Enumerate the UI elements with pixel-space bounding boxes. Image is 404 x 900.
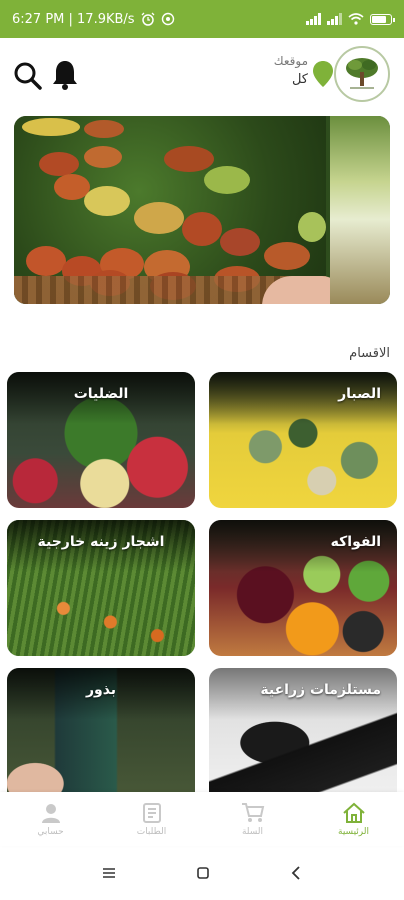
category-label: الفواكه: [330, 534, 381, 550]
category-card-agri-supplies[interactable]: مستلزمات زراعية: [209, 668, 397, 804]
banner-next-slide: [330, 116, 390, 304]
home-square-icon[interactable]: [196, 866, 210, 880]
alarm-icon: [141, 12, 155, 26]
home-icon: [342, 802, 365, 823]
system-nav-bar: [0, 846, 404, 900]
wifi-icon: [348, 13, 364, 25]
nav-profile[interactable]: حسابي: [0, 792, 101, 846]
category-card-outdoor-trees[interactable]: اشجار زينه خارجية: [7, 520, 195, 656]
nav-label: الطلبات: [136, 826, 167, 837]
promo-banner[interactable]: [14, 116, 390, 304]
menu-icon[interactable]: [102, 867, 116, 879]
category-label: الضليات: [73, 386, 129, 402]
category-label: اشجار زينه خارجية: [37, 534, 165, 550]
cart-icon: [241, 802, 264, 822]
category-card-shade-plants[interactable]: الضليات: [7, 372, 195, 508]
category-label: مستلزمات زراعية: [260, 682, 381, 698]
category-label: بذور: [85, 682, 117, 698]
category-card-fruits[interactable]: الفواكه: [209, 520, 397, 656]
search-icon: [14, 62, 42, 90]
banner-image: [14, 116, 342, 304]
message-icon: [161, 12, 174, 26]
status-bar: 6:27 PM | 17.9KB/s: [0, 0, 404, 38]
nav-home[interactable]: الرئيسية: [303, 792, 404, 846]
nav-orders[interactable]: الطلبات: [101, 792, 202, 846]
category-card-seeds[interactable]: بذور: [7, 668, 195, 804]
categories-title: الاقسام: [349, 346, 390, 361]
signal-1-icon: [306, 13, 321, 25]
nav-label: حسابي: [37, 826, 64, 837]
location-label: موقعك: [273, 54, 308, 68]
location-selector[interactable]: موقعك كل: [274, 54, 308, 87]
bottom-nav: حسابي الطلبات السلة الرئيسية: [0, 792, 404, 846]
status-time-speed: 6:27 PM | 17.9KB/s: [12, 11, 135, 27]
nav-label: السلة: [241, 826, 264, 837]
notifications-button[interactable]: [50, 58, 80, 92]
top-header: موقعك كل: [0, 38, 404, 112]
nav-cart[interactable]: السلة: [202, 792, 303, 846]
search-button[interactable]: [12, 60, 44, 92]
signal-2-icon: [327, 13, 342, 25]
back-icon[interactable]: [290, 866, 302, 880]
location-pin-icon[interactable]: [312, 60, 334, 88]
location-value: كل: [291, 72, 308, 87]
tree-logo-icon: [346, 58, 378, 89]
bell-icon: [53, 61, 77, 90]
logo: [334, 46, 390, 102]
profile-icon: [41, 803, 60, 823]
nav-label: الرئيسية: [338, 826, 369, 837]
status-right: [306, 13, 395, 25]
orders-icon: [142, 802, 161, 823]
status-left: 6:27 PM | 17.9KB/s: [12, 12, 175, 27]
category-card-cactus[interactable]: الصبار: [209, 372, 397, 508]
category-label: الصبار: [338, 386, 381, 402]
battery-icon: [370, 13, 395, 25]
